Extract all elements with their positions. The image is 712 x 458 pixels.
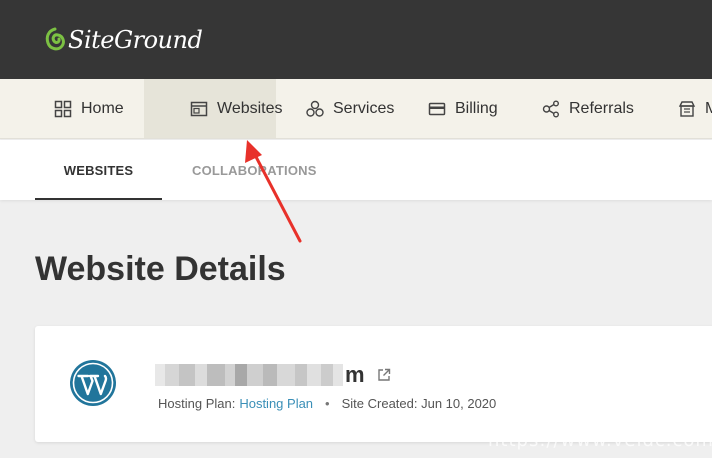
tab-collaborations[interactable]: COLLABORATIONS <box>192 140 317 200</box>
main-navigation: Home Websites Services Billing Referrals <box>0 79 712 139</box>
nav-item-home[interactable]: Home <box>0 79 144 138</box>
tab-websites[interactable]: WEBSITES <box>35 140 162 200</box>
site-created-date: Site Created: Jun 10, 2020 <box>341 396 497 411</box>
browser-window-icon <box>190 101 208 116</box>
cubes-icon <box>306 100 324 117</box>
nav-label-websites: Websites <box>217 99 283 117</box>
nav-item-services[interactable]: Services <box>276 79 394 138</box>
site-domain-visible: m <box>345 362 365 387</box>
nav-label-referrals: Referrals <box>569 99 634 117</box>
watermark-text: https://www.veidc.com <box>488 430 712 451</box>
brand-name: SiteGround <box>68 26 203 54</box>
nav-label-marketplace: Ma <box>705 100 712 118</box>
sub-navigation: WEBSITES COLLABORATIONS <box>0 140 712 200</box>
site-meta: Hosting Plan: Hosting Plan • Site Create… <box>158 396 496 411</box>
meta-separator: • <box>325 396 330 411</box>
nav-item-websites[interactable]: Websites <box>144 79 283 138</box>
nav-item-billing[interactable]: Billing <box>388 79 514 138</box>
marketplace-icon <box>678 100 696 117</box>
hosting-plan-label: Hosting Plan: <box>158 396 236 411</box>
hosting-plan-link[interactable]: Hosting Plan <box>239 396 313 411</box>
nav-label-billing: Billing <box>455 99 498 117</box>
credit-card-icon <box>428 102 446 115</box>
nav-label-services: Services <box>333 99 395 117</box>
share-icon <box>542 100 559 117</box>
page-title: Website Details <box>35 250 286 288</box>
grid-icon <box>54 100 72 117</box>
website-card: m Hosting Plan: Hosting Plan • Site Crea… <box>35 326 712 442</box>
siteground-logo[interactable]: SiteGround <box>44 24 203 56</box>
nav-item-marketplace[interactable]: Ma <box>651 79 712 138</box>
nav-label-home: Home <box>81 99 124 117</box>
tab-websites-label: WEBSITES <box>63 162 134 178</box>
nav-item-referrals[interactable]: Referrals <box>514 79 651 138</box>
wordpress-icon <box>70 360 116 406</box>
site-domain[interactable]: m <box>155 362 405 388</box>
tab-collaborations-label: COLLABORATIONS <box>192 162 317 178</box>
redacted-domain-blur <box>155 364 343 386</box>
top-bar: SiteGround <box>0 0 712 79</box>
siteground-leaf-icon <box>45 27 65 51</box>
external-link-icon[interactable] <box>377 368 391 382</box>
